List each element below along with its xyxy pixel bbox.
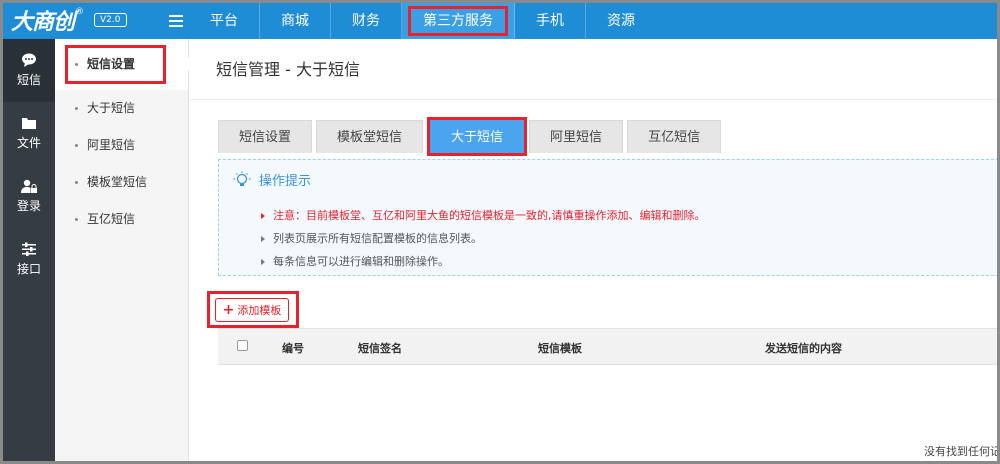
tip-box: 操作提示 注意：目前模板堂、互亿和阿里大鱼的短信模板是一致的,请慎重操作添加、编…: [218, 159, 997, 276]
subbar-item-label: 大于短信: [87, 101, 136, 115]
tab-sms-settings[interactable]: 短信设置: [218, 120, 313, 153]
logo-text: 大商创: [11, 10, 75, 35]
tip-line: 列表页展示所有短信配置模板的信息列表。: [261, 230, 482, 246]
main-content: 短信管理 - 大于短信 短信设置 模板堂短信 大于短信 阿里短信 互亿短信 操作…: [190, 39, 997, 461]
nav-item-label: 商城: [281, 13, 309, 29]
subbar-item-ali-sms[interactable]: 阿里短信: [55, 127, 188, 164]
tab-huyi-sms[interactable]: 互亿短信: [627, 120, 722, 153]
plus-icon: +: [222, 302, 235, 318]
nav-item-third-party[interactable]: 第三方服务: [402, 3, 515, 39]
subbar-item-dayu-sms[interactable]: 大于短信: [55, 90, 188, 127]
column-header-signature[interactable]: 短信签名: [358, 340, 402, 356]
tip-heading-text: 操作提示: [259, 174, 312, 189]
subbar-item-sms-settings[interactable]: 短信设置: [55, 39, 189, 90]
logo[interactable]: 大商创 ® V2.0: [11, 5, 127, 35]
add-template-label: 添加模板: [237, 304, 282, 317]
tip-line-text: 列表页展示所有短信配置模板的信息列表。: [273, 232, 482, 245]
highlight-box: + 添加模板: [207, 291, 299, 328]
leftbar-item-sms[interactable]: 短信: [3, 39, 55, 102]
tab-template-sms[interactable]: 模板堂短信: [316, 120, 424, 153]
left-icon-sidebar: 短信 文件 登录 接口: [3, 39, 55, 461]
leftbar-item-label: 登录: [16, 199, 41, 213]
top-bar: 大商创 ® V2.0 平台 商城 财务 第三方服务 手机 资源: [3, 3, 997, 39]
nav-item-label: 资源: [607, 13, 635, 29]
nav-item-finance[interactable]: 财务: [331, 3, 402, 39]
lightbulb-icon: [233, 171, 251, 186]
subbar-item-label: 阿里短信: [87, 138, 136, 152]
bullet-dot: [75, 218, 78, 221]
caret-right-icon: [261, 213, 265, 219]
subbar-item-huyi-sms[interactable]: 互亿短信: [55, 201, 188, 238]
leftbar-item-label: 短信: [16, 73, 41, 87]
tab-dayu-sms[interactable]: 大于短信: [430, 120, 525, 153]
sliders-icon: [22, 242, 36, 256]
logo-registered-mark: ®: [75, 7, 85, 17]
subbar-item-label: 模板堂短信: [87, 175, 148, 189]
highlight-box: 大于短信: [427, 117, 528, 156]
active-arrow-icon: [182, 57, 189, 71]
nav-item-mobile[interactable]: 手机: [515, 3, 586, 39]
empty-state-text: 没有找到任何记: [924, 445, 997, 458]
folder-icon: [22, 118, 36, 129]
tip-line-text: 每条信息可以进行编辑和删除操作。: [273, 255, 449, 268]
bullet-dot: [75, 107, 78, 110]
leftbar-item-api[interactable]: 接口: [3, 228, 55, 291]
tip-line-text: 注意：目前模板堂、互亿和阿里大鱼的短信模板是一致的,请慎重操作添加、编辑和删除。: [273, 209, 706, 222]
add-template-button[interactable]: + 添加模板: [215, 298, 289, 322]
leftbar-item-login[interactable]: 登录: [3, 165, 55, 228]
leftbar-item-file[interactable]: 文件: [3, 102, 55, 165]
nav-item-label: 第三方服务: [408, 6, 508, 36]
chat-icon: [22, 53, 36, 67]
bullet-dot: [75, 181, 78, 184]
nav-item-label: 平台: [210, 13, 238, 29]
menu-toggle-icon[interactable]: [169, 15, 183, 27]
caret-right-icon: [261, 259, 265, 265]
bullet-dot: [75, 63, 78, 66]
leftbar-item-label: 接口: [16, 262, 41, 276]
version-badge: V2.0: [94, 13, 127, 27]
tip-line: 每条信息可以进行编辑和删除操作。: [261, 253, 449, 269]
nav-item-label: 财务: [352, 13, 380, 29]
tab-bar: 短信设置 模板堂短信 大于短信 阿里短信 互亿短信: [218, 117, 725, 156]
app-frame: 大商创 ® V2.0 平台 商城 财务 第三方服务 手机 资源 短信 文件 登录: [3, 3, 997, 461]
tip-line-warning: 注意：目前模板堂、互亿和阿里大鱼的短信模板是一致的,请慎重操作添加、编辑和删除。: [261, 207, 706, 223]
table-header: 编号 短信签名 短信模板 发送短信的内容: [218, 328, 997, 365]
subbar-item-label: 互亿短信: [87, 212, 136, 226]
nav-item-resources[interactable]: 资源: [586, 3, 656, 39]
highlight-box: [65, 45, 166, 84]
user-lock-icon: [21, 179, 37, 193]
tab-ali-sms[interactable]: 阿里短信: [529, 120, 624, 153]
nav-item-mall[interactable]: 商城: [260, 3, 331, 39]
nav-item-platform[interactable]: 平台: [189, 3, 260, 39]
bullet-dot: [75, 144, 78, 147]
select-all-checkbox[interactable]: [237, 340, 248, 351]
column-header-template[interactable]: 短信模板: [538, 340, 582, 356]
column-header-id[interactable]: 编号: [282, 340, 304, 356]
column-header-content[interactable]: 发送短信的内容: [765, 340, 842, 356]
sub-sidebar: 短信设置 大于短信 阿里短信 模板堂短信 互亿短信: [55, 39, 189, 461]
nav-item-label: 手机: [536, 13, 564, 29]
leftbar-item-label: 文件: [16, 136, 41, 150]
page-title: 短信管理 - 大于短信: [190, 39, 997, 100]
tip-heading: 操作提示: [233, 170, 311, 189]
caret-right-icon: [261, 236, 265, 242]
top-nav: 平台 商城 财务 第三方服务 手机 资源: [189, 3, 656, 39]
subbar-item-template-sms[interactable]: 模板堂短信: [55, 164, 188, 201]
